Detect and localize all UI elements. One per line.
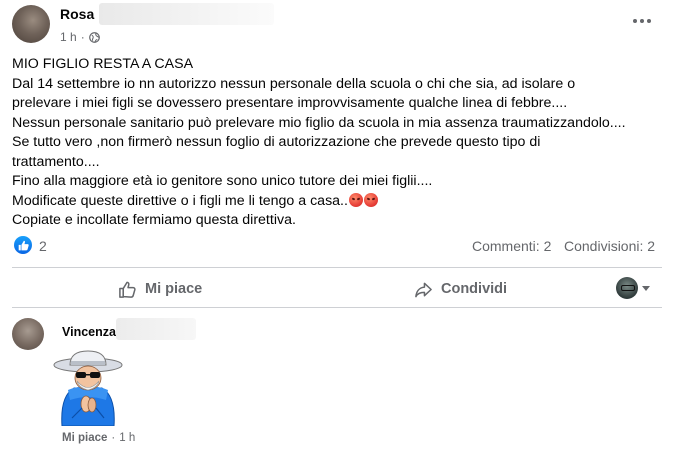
share-button-label: Condividi [441, 281, 508, 297]
post-line: trattamento.... [12, 153, 100, 170]
comment-like-button[interactable]: Mi piace [62, 432, 107, 444]
post-line: prelevare i miei figli se dovessero pres… [12, 95, 568, 111]
angry-emoji-icon [363, 192, 378, 207]
commenter-avatar[interactable] [12, 318, 44, 350]
commenter-name[interactable]: Vincenza [62, 325, 116, 339]
shares-count[interactable]: Condivisioni: 2 [564, 238, 655, 254]
post-text: MIO FIGLIO RESTA A CASA Dal 14 settembre… [12, 55, 662, 231]
comment-separator: · [111, 432, 116, 444]
comments-count[interactable]: Commenti: 2 [472, 238, 551, 254]
post-line: Nessun personale sanitario può prelevare… [12, 114, 626, 131]
sticker-image [53, 350, 123, 426]
thumbs-up-outline-icon [119, 281, 136, 298]
author-name[interactable]: Rosa [60, 6, 94, 22]
angry-emoji-icon [348, 192, 363, 207]
divider [12, 267, 662, 268]
chevron-down-icon [642, 285, 650, 291]
divider [12, 307, 662, 308]
meta-separator: · [80, 30, 85, 44]
post-line: Copiate e incollate fermiamo questa dire… [12, 212, 296, 228]
post-meta: 1 h · [60, 30, 100, 44]
post-line: Dal 14 settembre io nn autorizzo nessun … [12, 75, 576, 92]
react-as-selector[interactable] [616, 277, 650, 299]
comment-timestamp[interactable]: 1 h [119, 432, 135, 444]
post-line: Se tutto vero ,non firmerò nessun foglio… [12, 134, 541, 150]
thumbs-up-icon[interactable] [14, 236, 32, 254]
post-line-with-emoji: Modificate queste direttive o i figli me… [12, 192, 662, 212]
share-button[interactable]: Condividi [414, 272, 507, 306]
profile-avatar [616, 277, 638, 299]
reaction-count[interactable]: 2 [39, 238, 47, 254]
redacted-name [116, 318, 196, 340]
like-button-label: Mi piace [145, 281, 203, 297]
post-card: Rosa 1 h · MIO FIGLIO RESTA A CASA Dal 1… [0, 0, 674, 449]
share-arrow-icon [415, 282, 432, 297]
like-button[interactable]: Mi piace [118, 272, 202, 306]
globe-icon [88, 31, 100, 43]
comment-actions: Mi piace · 1 h [62, 432, 135, 444]
post-line: Modificate queste direttive o i figli me… [12, 192, 348, 209]
author-avatar[interactable] [12, 5, 50, 43]
post-timestamp[interactable]: 1 h [60, 30, 77, 44]
more-options-icon[interactable] [630, 12, 654, 30]
post-line: Fino alla maggiore età io genitore sono … [12, 173, 433, 189]
redacted-name [99, 3, 274, 25]
post-line: MIO FIGLIO RESTA A CASA [12, 56, 194, 72]
